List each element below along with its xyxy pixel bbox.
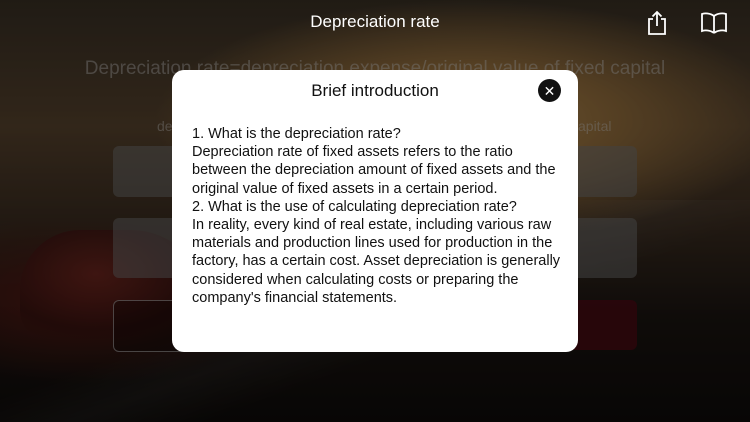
share-icon[interactable] — [642, 8, 672, 38]
dialog-title: Brief introduction — [311, 81, 439, 100]
answer-2: In reality, every kind of real estate, i… — [192, 217, 561, 306]
answer-1: Depreciation rate of fixed assets refers… — [192, 144, 556, 197]
brief-introduction-dialog: Brief introduction ✕ 1. What is the depr… — [172, 70, 578, 352]
book-icon[interactable] — [699, 8, 729, 38]
question-2: 2. What is the use of calculating deprec… — [192, 198, 517, 215]
app-screen: Depreciation rate=depreciation expense/o… — [0, 0, 750, 422]
page-title: Depreciation rate — [310, 12, 440, 31]
dialog-body[interactable]: 1. What is the depreciation rate? Deprec… — [192, 125, 564, 337]
question-1: 1. What is the depreciation rate? — [192, 126, 401, 142]
close-icon[interactable]: ✕ — [538, 79, 561, 102]
